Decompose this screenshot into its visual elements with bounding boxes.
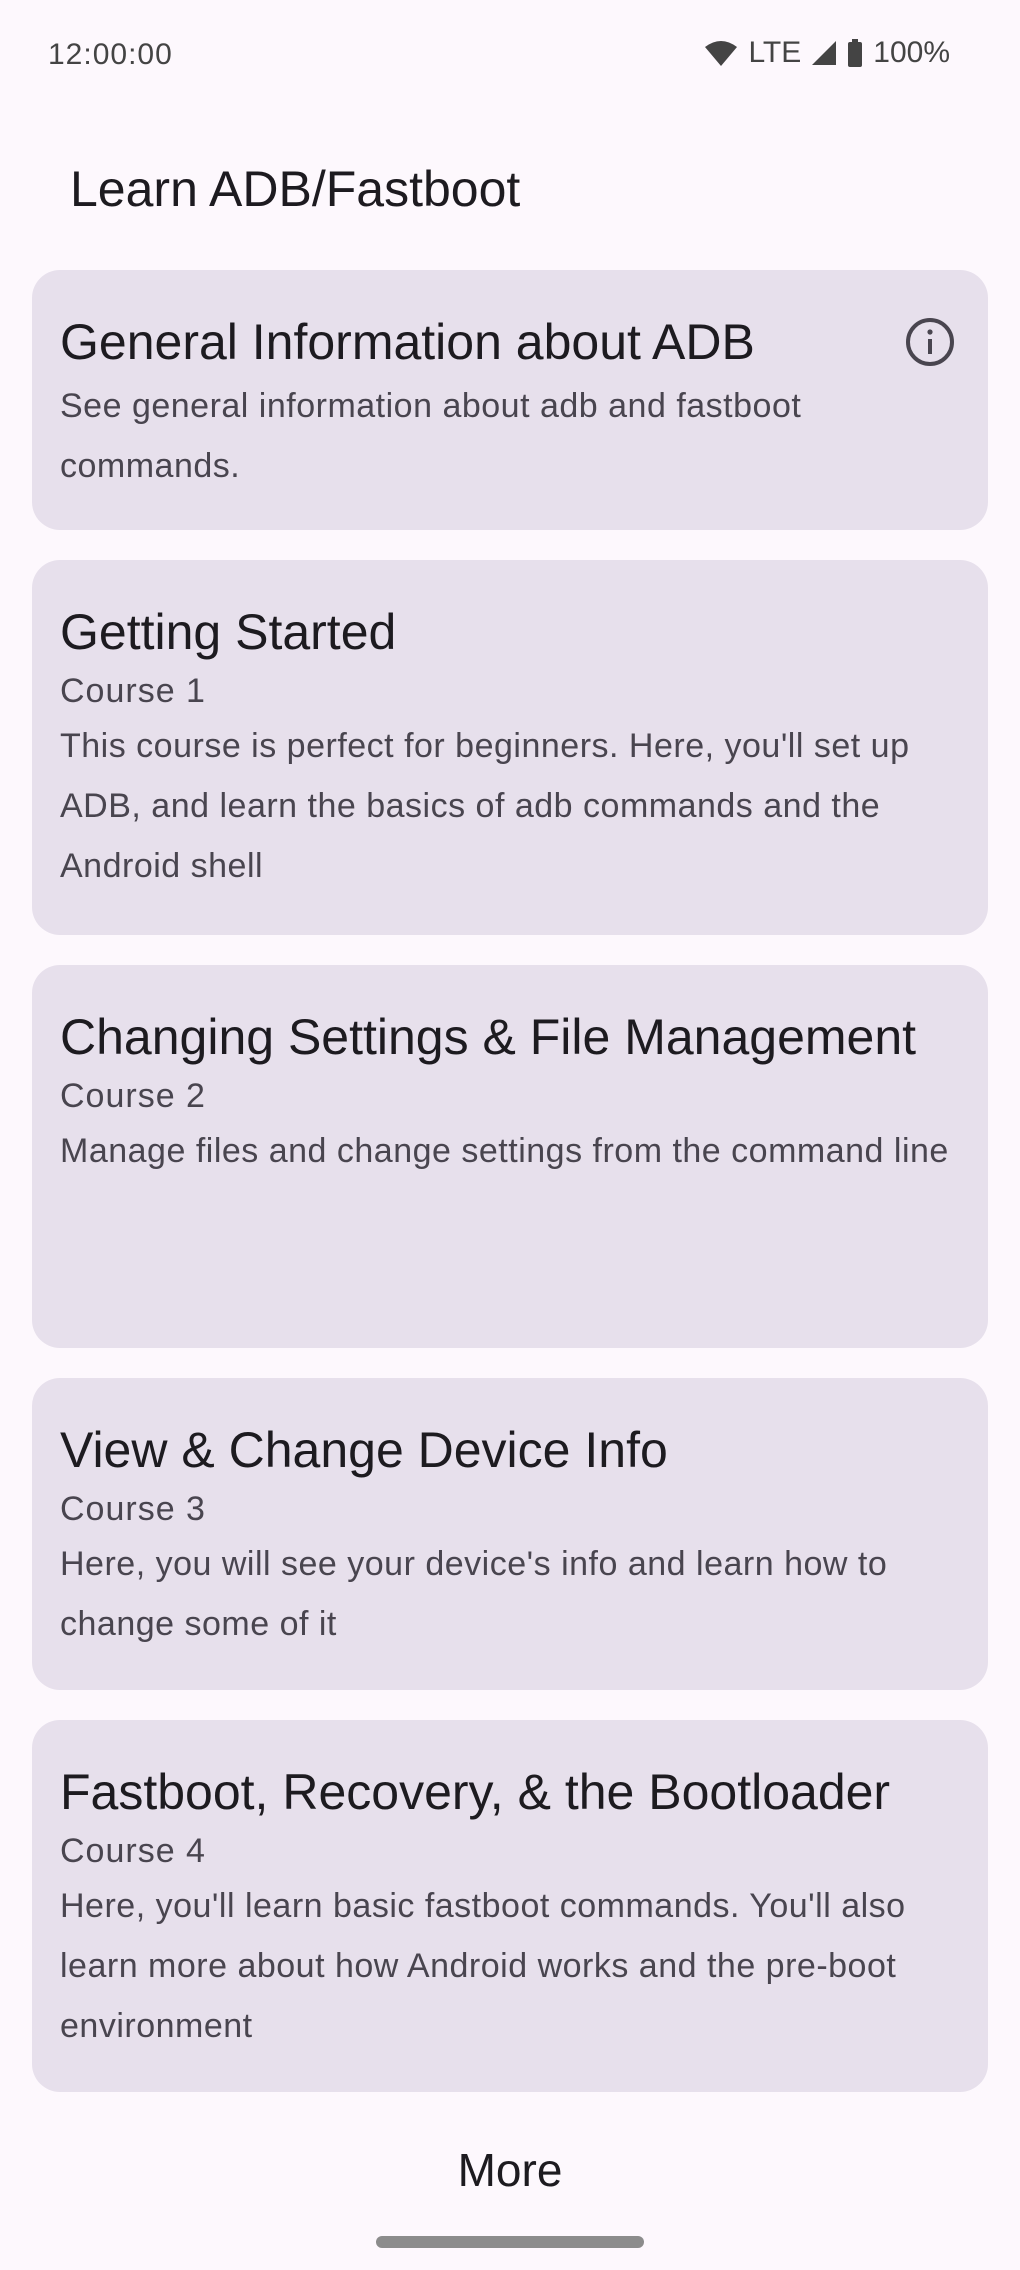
battery-icon bbox=[847, 39, 863, 67]
more-button[interactable]: More bbox=[400, 2130, 620, 2210]
course-description: This course is perfect for beginners. He… bbox=[60, 727, 910, 885]
course-card-2[interactable]: Changing Settings & File Management Cour… bbox=[32, 965, 988, 1348]
status-time: 12:00:00 bbox=[48, 38, 173, 71]
course-title: Getting Started bbox=[60, 604, 397, 660]
course-card-1[interactable]: Getting Started Course 1 This course is … bbox=[32, 560, 988, 935]
home-indicator[interactable] bbox=[376, 2236, 644, 2248]
course-number: Course 2 bbox=[60, 1077, 206, 1115]
course-number: Course 4 bbox=[60, 1832, 206, 1870]
course-list: General Information about ADB See genera… bbox=[32, 270, 988, 2122]
general-info-card[interactable]: General Information about ADB See genera… bbox=[32, 270, 988, 530]
course-number: Course 3 bbox=[60, 1490, 206, 1528]
course-title: Changing Settings & File Management bbox=[60, 1009, 917, 1065]
cell-signal-icon bbox=[811, 40, 837, 66]
course-description: Manage files and change settings from th… bbox=[60, 1132, 949, 1170]
general-info-title: General Information about ADB bbox=[60, 314, 755, 370]
course-description: Here, you will see your device's info an… bbox=[60, 1545, 888, 1643]
course-description: Here, you'll learn basic fastboot comman… bbox=[60, 1887, 906, 2045]
wifi-icon bbox=[704, 39, 738, 67]
course-number: Course 1 bbox=[60, 672, 206, 710]
status-bar: 12:00:00 LTE 100% bbox=[0, 0, 1020, 110]
network-type-label: LTE bbox=[748, 36, 802, 69]
course-card-3[interactable]: View & Change Device Info Course 3 Here,… bbox=[32, 1378, 988, 1690]
battery-percent: 100% bbox=[873, 36, 950, 69]
course-title: View & Change Device Info bbox=[60, 1422, 668, 1478]
general-info-description: See general information about adb and fa… bbox=[60, 387, 802, 485]
general-info-header: General Information about ADB bbox=[60, 308, 958, 376]
app-title: Learn ADB/Fastboot bbox=[70, 161, 521, 217]
course-card-4[interactable]: Fastboot, Recovery, & the Bootloader Cou… bbox=[32, 1720, 988, 2092]
status-icons: LTE 100% bbox=[704, 36, 950, 70]
info-icon[interactable] bbox=[902, 314, 958, 370]
course-title: Fastboot, Recovery, & the Bootloader bbox=[60, 1764, 891, 1820]
